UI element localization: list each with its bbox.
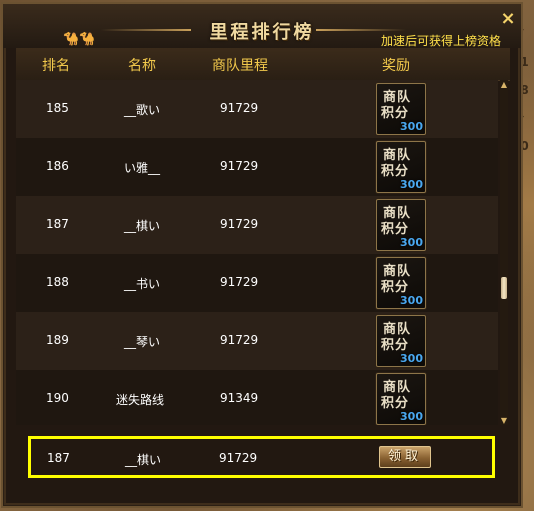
title-decoration-right [316, 29, 406, 31]
my-rank: 187 [47, 451, 70, 465]
reward-amount: 300 [400, 178, 423, 191]
row-rank: 187 [46, 217, 69, 231]
row-mileage: 91729 [220, 101, 259, 115]
reward-amount: 300 [400, 294, 423, 307]
reward-label-top: 商队 [383, 90, 412, 105]
reward-amount: 300 [400, 120, 423, 133]
row-rank: 188 [46, 275, 69, 289]
my-mileage: 91729 [219, 451, 258, 465]
table-row: 185 __歌い 91729 商队 积分 300 [16, 80, 498, 138]
caravan-points-reward-icon[interactable]: 商队 积分 300 [376, 83, 426, 135]
reward-label-top: 商队 [383, 264, 412, 279]
caravan-points-reward-icon[interactable]: 商队 积分 300 [376, 315, 426, 367]
column-mileage: 商队里程 [212, 58, 268, 74]
scroll-down-arrow-icon[interactable]: ▼ [500, 416, 508, 425]
reward-amount: 300 [400, 236, 423, 249]
table-row: 188 __书い 91729 商队 积分 300 [16, 254, 498, 312]
title-bar: 🐪🐪 里程排行榜 加速后可获得上榜资格 [3, 4, 521, 48]
reward-amount: 300 [400, 352, 423, 365]
row-name: い雅__ [124, 161, 161, 175]
reward-label-top: 商队 [383, 322, 412, 337]
reward-label-top: 商队 [383, 380, 412, 395]
row-name: 迷失路线 [116, 393, 165, 407]
scroll-up-arrow-icon[interactable]: ▲ [500, 80, 508, 89]
table-row: 190 迷失路线 91349 商队 积分 300 [16, 370, 498, 425]
column-name: 名称 [128, 58, 156, 74]
caravan-points-reward-icon[interactable]: 商队 积分 300 [376, 199, 426, 251]
caravan-points-reward-icon[interactable]: 商队 积分 300 [376, 141, 426, 193]
caravan-points-reward-icon[interactable]: 商队 积分 300 [376, 373, 426, 425]
scrollbar[interactable]: ▲ ▼ [500, 80, 508, 425]
reward-label-top: 商队 [383, 148, 412, 163]
row-mileage: 91729 [220, 217, 259, 231]
table-row: 186 い雅__ 91729 商队 积分 300 [16, 138, 498, 196]
ranking-tip: 加速后可获得上榜资格 [380, 34, 501, 48]
my-ranking-row: 187 __棋い 91729 领取 [28, 436, 495, 478]
row-rank: 190 [46, 391, 69, 405]
row-rank: 189 [46, 333, 69, 347]
scroll-thumb[interactable] [501, 277, 507, 299]
column-reward: 奖励 [382, 58, 410, 74]
row-mileage: 91729 [220, 333, 259, 347]
row-name: __歌い [124, 103, 161, 117]
claim-button[interactable]: 领取 [379, 446, 431, 468]
reward-label-top: 商队 [383, 206, 412, 221]
table-row: 189 __琴い 91729 商队 积分 300 [16, 312, 498, 370]
row-name: __书い [124, 277, 161, 291]
row-name: __琴い [124, 335, 161, 349]
row-rank: 186 [46, 159, 69, 173]
column-rank: 排名 [42, 58, 70, 74]
table-header: 排名 名称 商队里程 奖励 [16, 48, 510, 81]
table-row: 187 __棋い 91729 商队 积分 300 [16, 196, 498, 254]
row-mileage: 91729 [220, 275, 259, 289]
row-mileage: 91729 [220, 159, 259, 173]
reward-amount: 300 [400, 410, 423, 423]
caravan-points-reward-icon[interactable]: 商队 积分 300 [376, 257, 426, 309]
row-mileage: 91349 [220, 391, 259, 405]
my-name: __棋い [125, 453, 162, 467]
ranking-list[interactable]: 185 __歌い 91729 商队 积分 300 186 い雅__ 91729 … [16, 80, 498, 425]
row-rank: 185 [46, 101, 69, 115]
close-icon[interactable]: × [499, 10, 517, 28]
row-name: __棋い [124, 219, 161, 233]
